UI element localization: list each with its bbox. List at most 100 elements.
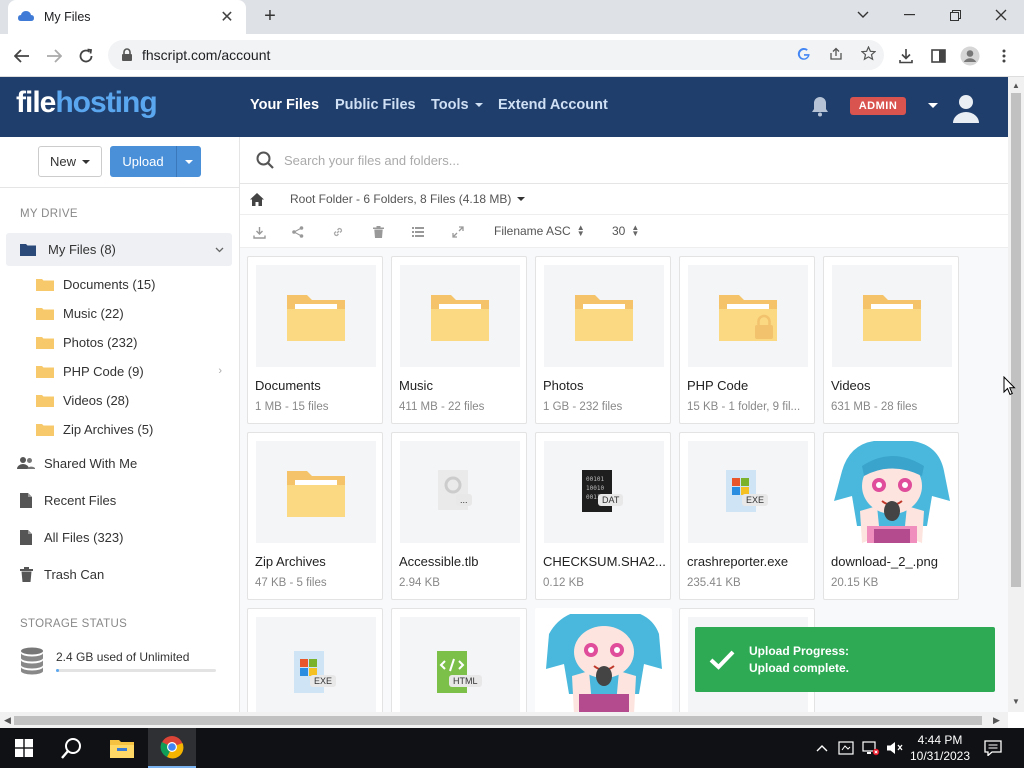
folder-card-music[interactable]: Music 411 MB - 22 files: [391, 256, 527, 424]
chevron-down-icon[interactable]: [517, 197, 526, 201]
share-icon[interactable]: [820, 47, 852, 64]
new-button[interactable]: New: [38, 146, 102, 177]
upload-toast[interactable]: Upload Progress: Upload complete.: [695, 627, 995, 692]
vertical-scroll-thumb[interactable]: [1011, 93, 1021, 587]
sidebar-item-documents[interactable]: Documents (15): [36, 272, 232, 296]
reload-icon[interactable]: [72, 42, 100, 70]
show-hidden-icons-icon[interactable]: [816, 728, 828, 768]
back-arrow-icon[interactable]: [8, 42, 36, 70]
upload-button[interactable]: Upload: [110, 146, 201, 177]
download-icon[interactable]: [892, 42, 920, 70]
chevron-down-icon[interactable]: [215, 247, 224, 253]
storage-progress-fill: [56, 669, 60, 672]
tab-close-icon[interactable]: ✕: [218, 7, 236, 27]
sidebar-item-videos[interactable]: Videos (28): [36, 388, 232, 412]
notification-center-icon[interactable]: [984, 728, 1002, 768]
user-avatar-icon[interactable]: [950, 91, 982, 123]
item-meta: 47 KB - 5 files: [255, 577, 327, 589]
chevron-right-icon[interactable]: ›: [218, 365, 222, 377]
sidebar-item-my-files[interactable]: My Files (8): [6, 233, 232, 266]
nav-your-files[interactable]: Your Files: [250, 97, 319, 113]
forward-arrow-icon[interactable]: [40, 42, 68, 70]
file-card-accessible-tlb[interactable]: ... Accessible.tlb 2.94 KB: [391, 432, 527, 600]
network-icon[interactable]: [862, 728, 880, 768]
file-card-download-png[interactable]: download-_2_.png 20.15 KB: [823, 432, 959, 600]
home-icon[interactable]: [240, 192, 274, 206]
horizontal-scrollbar[interactable]: ◀ ▶: [0, 712, 1008, 728]
search-input[interactable]: [284, 152, 884, 168]
browser-tab[interactable]: My Files ✕: [8, 0, 246, 34]
file-card-exe[interactable]: EXE: [247, 608, 383, 712]
side-panel-icon[interactable]: [924, 42, 952, 70]
more-menu-icon[interactable]: [990, 42, 1018, 70]
sidebar-item-label: Trash Can: [44, 566, 105, 582]
item-name: Documents: [255, 378, 321, 393]
nav-extend-account[interactable]: Extend Account: [498, 97, 608, 113]
sidebar-item-label: Zip Archives (5): [63, 421, 154, 437]
folder-card-php-code[interactable]: PHP Code 15 KB - 1 folder, 9 fil...: [679, 256, 815, 424]
close-window-icon[interactable]: [978, 0, 1024, 30]
database-icon: [21, 647, 43, 675]
account-menu-caret-icon[interactable]: [928, 103, 938, 108]
site-logo[interactable]: filehosting: [16, 86, 158, 120]
horizontal-scroll-thumb[interactable]: [14, 716, 982, 725]
folder-card-documents[interactable]: Documents 1 MB - 15 files: [247, 256, 383, 424]
new-tab-button[interactable]: +: [258, 4, 282, 28]
share-icon[interactable]: [290, 224, 306, 240]
scroll-left-icon[interactable]: ◀: [4, 715, 11, 726]
storage-status-heading: STORAGE STATUS: [20, 618, 128, 630]
sidebar-divider: [0, 187, 240, 188]
file-card-checksum[interactable]: 00101 10010 00110 DAT CHECKSUM.SHA2... 0.1…: [535, 432, 671, 600]
download-icon[interactable]: [251, 224, 267, 240]
minimize-icon[interactable]: [886, 0, 932, 30]
nav-public-files[interactable]: Public Files: [335, 97, 416, 113]
trash-icon[interactable]: [370, 224, 386, 240]
breadcrumb-folder-info[interactable]: Root Folder - 6 Folders, 8 Files (4.18 M…: [290, 192, 511, 206]
windows-start-icon[interactable]: [0, 728, 48, 768]
address-bar[interactable]: fhscript.com/account: [108, 40, 884, 70]
file-explorer-icon[interactable]: [98, 728, 146, 768]
sidebar-item-photos[interactable]: Photos (232): [36, 330, 232, 354]
bookmark-star-icon[interactable]: [852, 45, 884, 64]
file-card-image[interactable]: [535, 608, 672, 712]
folder-card-photos[interactable]: Photos 1 GB - 232 files: [535, 256, 671, 424]
sidebar-item-music[interactable]: Music (22): [36, 301, 232, 325]
file-card-crashreporter[interactable]: EXE crashreporter.exe 235.41 KB: [679, 432, 815, 600]
volume-icon[interactable]: [886, 728, 904, 768]
scroll-down-icon[interactable]: ▼: [1012, 697, 1020, 706]
sidebar-item-trash[interactable]: Trash Can: [16, 562, 232, 586]
app-header: filehosting Your Files Public Files Tool…: [0, 77, 1008, 137]
google-icon[interactable]: [788, 47, 820, 64]
scroll-right-icon[interactable]: ▶: [993, 715, 1000, 726]
list-view-icon[interactable]: [410, 224, 426, 240]
locked-folder-icon: [719, 295, 777, 341]
fullscreen-icon[interactable]: [450, 224, 466, 240]
users-icon: [16, 456, 36, 470]
sidebar-item-label: All Files (323): [44, 529, 124, 545]
tab-search-icon[interactable]: [840, 0, 886, 30]
link-icon[interactable]: [330, 224, 346, 240]
restore-icon[interactable]: [932, 0, 978, 30]
nav-tools[interactable]: Tools: [431, 97, 483, 113]
admin-badge[interactable]: ADMIN: [850, 97, 906, 115]
file-card-html[interactable]: HTML: [391, 608, 527, 712]
sidebar-item-php-code[interactable]: PHP Code (9) ›: [36, 359, 232, 383]
tray-app-icon[interactable]: [838, 728, 854, 768]
notification-bell-icon[interactable]: [810, 95, 830, 117]
profile-icon[interactable]: [956, 42, 984, 70]
breadcrumb: Root Folder - 6 Folders, 8 Files (4.18 M…: [240, 184, 1008, 215]
taskbar-clock[interactable]: 4:44 PM 10/31/2023: [908, 732, 972, 764]
chrome-icon[interactable]: [148, 728, 196, 768]
per-page-select[interactable]: 30 ▲ ▼: [612, 224, 639, 239]
search-icon[interactable]: [48, 728, 96, 768]
folder-card-videos[interactable]: Videos 631 MB - 28 files: [823, 256, 959, 424]
sidebar-item-all-files[interactable]: All Files (323): [16, 525, 232, 549]
toast-body: Upload complete.: [749, 660, 850, 675]
sidebar-item-shared[interactable]: Shared With Me: [16, 451, 232, 475]
sort-select[interactable]: Filename ASC ▲ ▼: [494, 224, 585, 239]
folder-card-zip-archives[interactable]: Zip Archives 47 KB - 5 files: [247, 432, 383, 600]
scroll-up-icon[interactable]: ▲: [1012, 81, 1020, 90]
sidebar-item-recent[interactable]: Recent Files: [16, 488, 232, 512]
upload-dropdown-toggle[interactable]: [176, 146, 201, 177]
sidebar-item-zip-archives[interactable]: Zip Archives (5): [36, 417, 232, 441]
